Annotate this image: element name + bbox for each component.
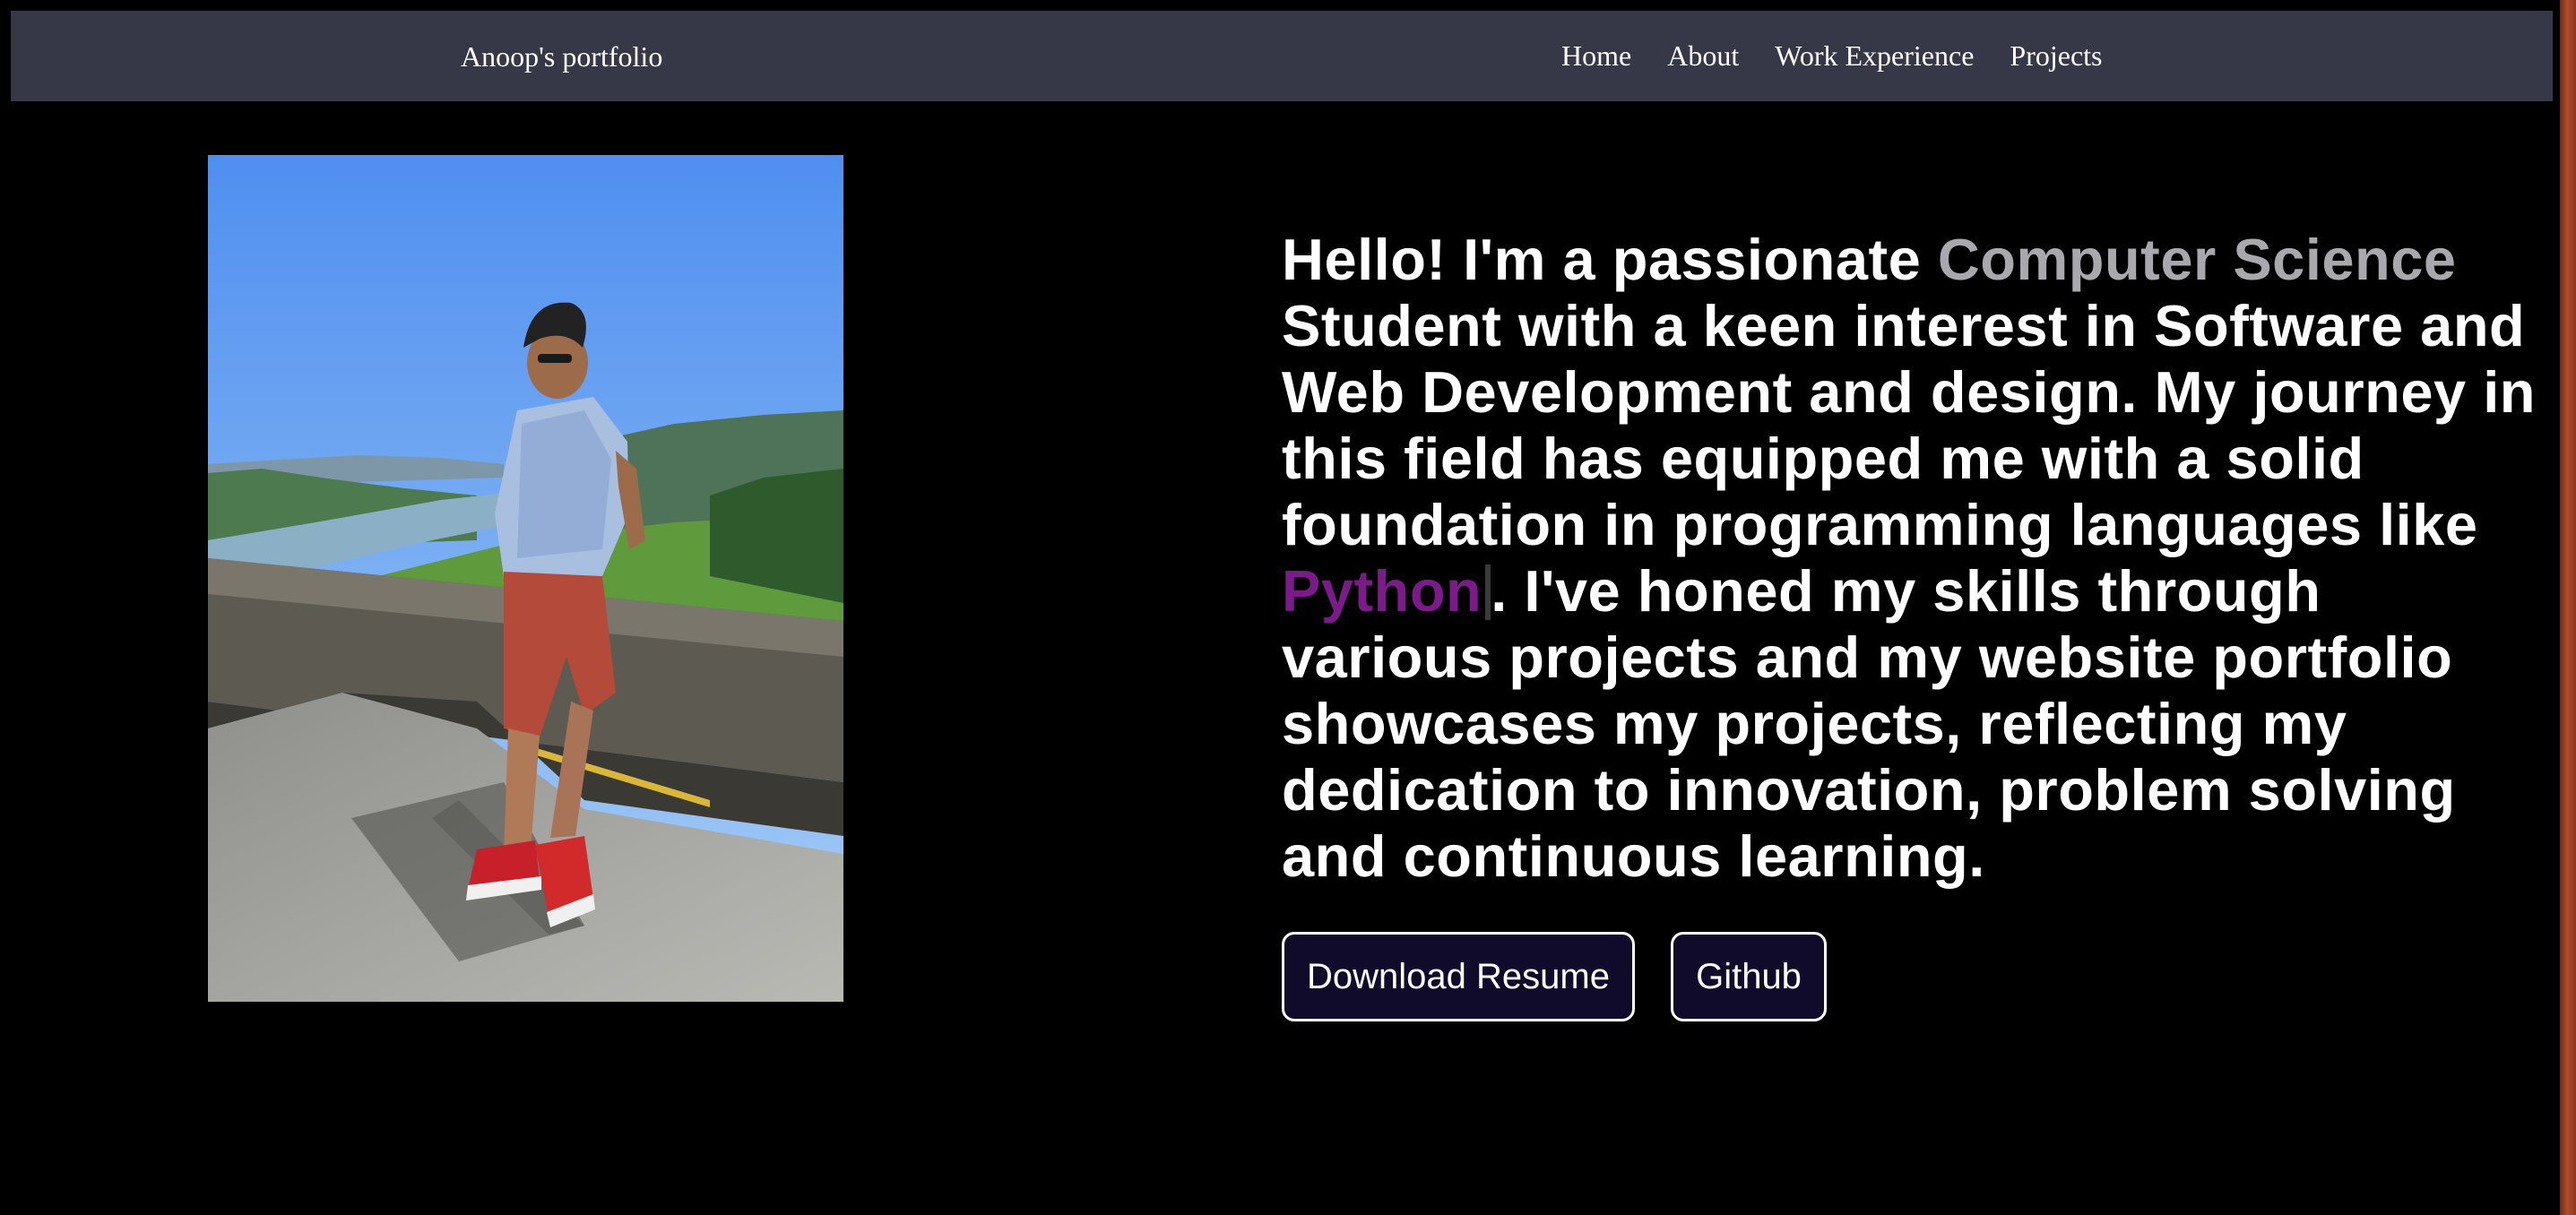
nav-link-work-experience[interactable]: Work Experience bbox=[1775, 39, 1974, 73]
highlight-computer-science: Computer Science bbox=[1937, 227, 2457, 292]
download-resume-button[interactable]: Download Resume bbox=[1282, 932, 1635, 1021]
nav-links: Home About Work Experience Projects bbox=[1561, 11, 2103, 101]
intro-middle: Student with a keen interest in Software… bbox=[1282, 293, 2536, 557]
nav-link-projects[interactable]: Projects bbox=[2010, 39, 2102, 73]
typed-language: Python bbox=[1282, 558, 1482, 624]
nav-link-home[interactable]: Home bbox=[1561, 39, 1631, 73]
action-buttons: Download Resume Github bbox=[1282, 932, 1863, 1021]
navbar: Anoop's portfolio Home About Work Experi… bbox=[11, 11, 2553, 101]
intro-prefix: Hello! I'm a passionate bbox=[1282, 227, 1938, 292]
profile-photo bbox=[208, 155, 843, 1002]
window-edge bbox=[2560, 0, 2576, 1215]
nav-link-about[interactable]: About bbox=[1667, 39, 1739, 73]
github-button[interactable]: Github bbox=[1671, 932, 1827, 1021]
intro-paragraph: Hello! I'm a passionate Computer Science… bbox=[1282, 227, 2537, 890]
brand-title[interactable]: Anoop's portfolio bbox=[461, 11, 662, 101]
